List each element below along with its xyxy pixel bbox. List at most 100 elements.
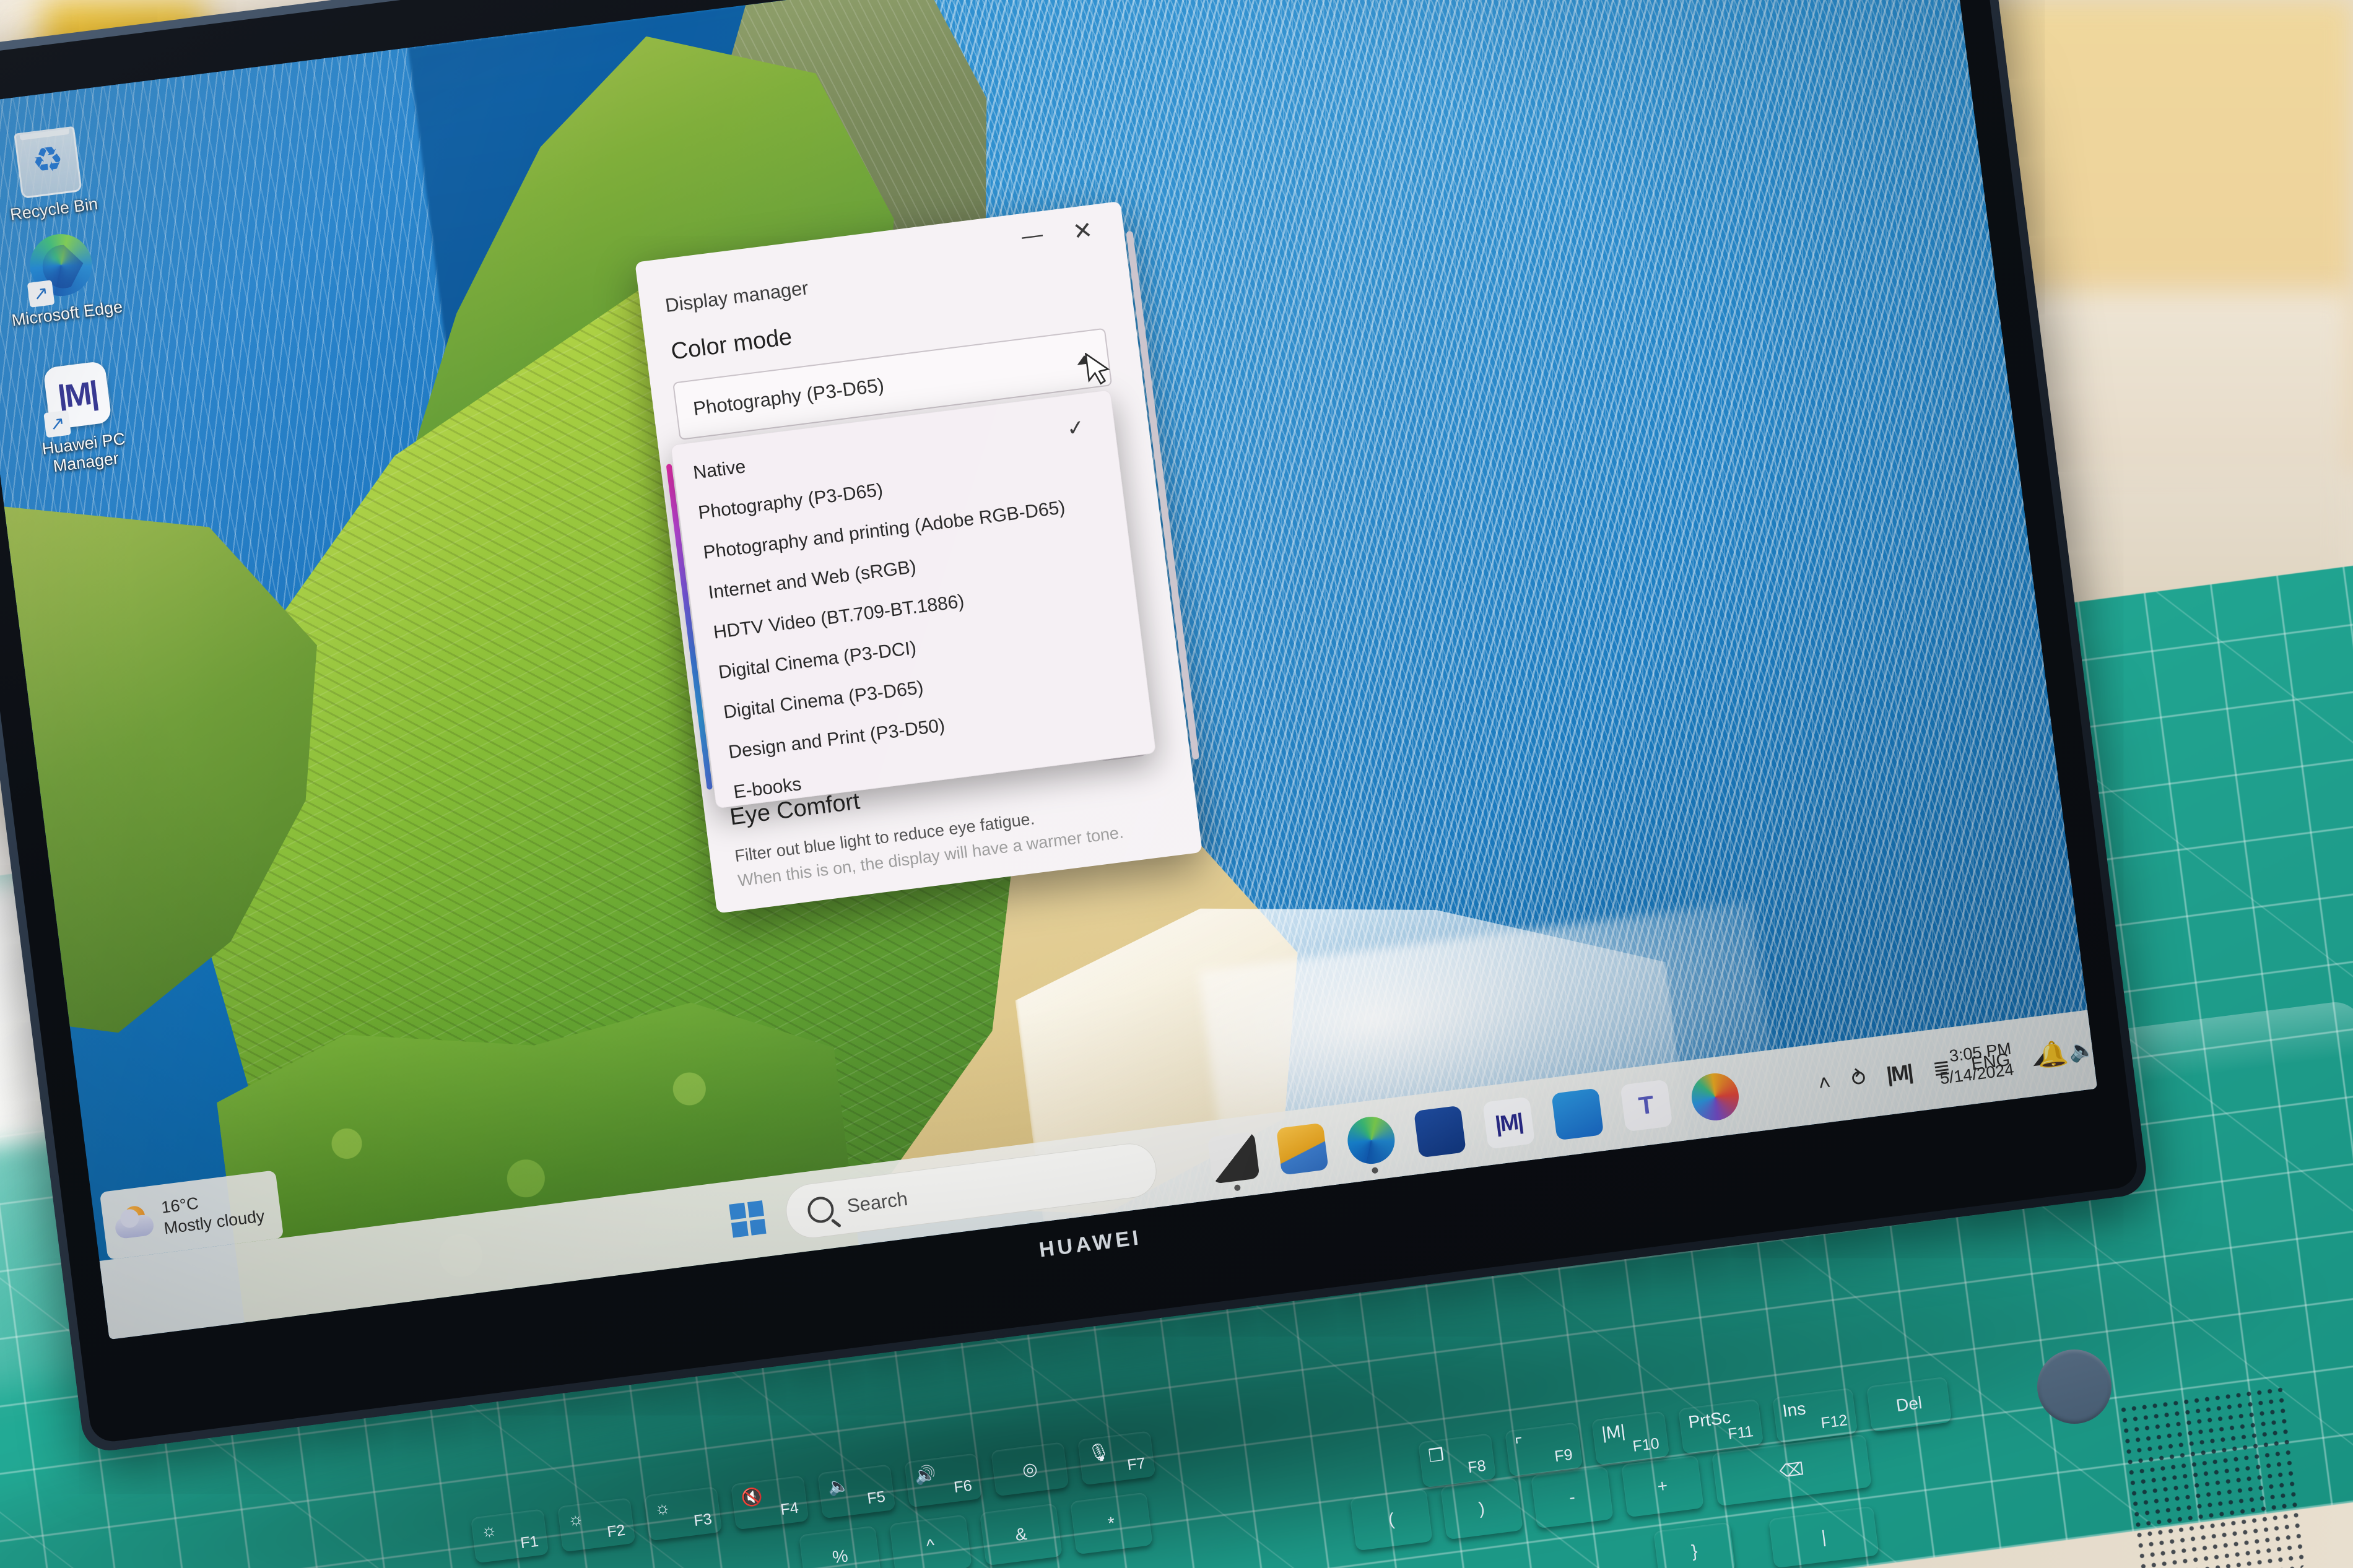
- power-button[interactable]: [2037, 1349, 2112, 1424]
- key-plus-label: +: [1656, 1475, 1669, 1496]
- key-f1[interactable]: ☼ F1: [471, 1509, 549, 1563]
- screenshot-scene: ☼ F1 ☼ F2 ☼ F3 🔇 F4 🔈 F5 🔊 F6 ◎ 🎙 F7 ❒ F8 ⌜ F9 |M…: [0, 0, 2353, 1568]
- laptop: ☼ F1 ☼ F2 ☼ F3 🔇 F4 🔈 F5 🔊 F6 ◎ 🎙 F7 ❒ F8 ⌜ F9 |M…: [0, 0, 2353, 1568]
- key-f1-label: F1: [519, 1532, 540, 1553]
- taskbar-app-file-explorer[interactable]: [1276, 1122, 1329, 1176]
- dropdown-option-6[interactable]: Digital Cinema (P3-D65): [722, 677, 924, 723]
- taskbar-app-microsoft-edge[interactable]: [1344, 1114, 1398, 1167]
- key-brace-close-label: }: [1690, 1541, 1699, 1561]
- color-mode-selected-value: Photography (P3-D65): [692, 374, 885, 420]
- key-f6-label: F6: [952, 1476, 973, 1497]
- color-mode-dropdown: Native ✓ Photography (P3-D65) Photograph…: [670, 389, 1157, 809]
- key-nfc[interactable]: ◎: [991, 1442, 1069, 1496]
- minimize-button[interactable]: —: [1011, 221, 1053, 250]
- start-button[interactable]: [729, 1200, 767, 1238]
- key-f12-label: F12: [1819, 1411, 1849, 1432]
- taskbar-clock[interactable]: 3:05 PM 5/14/2024: [1936, 1039, 2016, 1089]
- color-mode-label: Color mode: [669, 324, 794, 365]
- close-button[interactable]: ✕: [1061, 215, 1104, 248]
- key-f6[interactable]: 🔊 F6: [904, 1453, 982, 1507]
- key-f7[interactable]: 🎙 F7: [1077, 1431, 1155, 1485]
- search-placeholder: Search: [845, 1187, 909, 1217]
- key-star-label: *: [1107, 1513, 1116, 1533]
- key-f9-label: F9: [1553, 1445, 1574, 1466]
- keyboard-backlight-icon: ☼: [653, 1497, 672, 1518]
- dropdown-option-1[interactable]: Photography (P3-D65): [697, 480, 884, 524]
- taskbar-app-microsoft-store[interactable]: [1414, 1105, 1466, 1158]
- tray-overflow-icon[interactable]: ˄: [1817, 1070, 1832, 1096]
- key-f8[interactable]: ❒ F8: [1418, 1433, 1496, 1488]
- dropdown-option-7[interactable]: Design and Print (P3-D50): [728, 715, 946, 763]
- mic-mute-icon: 🎙: [1087, 1441, 1111, 1463]
- recycle-bin-icon: [11, 126, 85, 201]
- taskbar-app-microsoft-teams[interactable]: T: [1620, 1079, 1673, 1132]
- key-f5-label: F5: [866, 1488, 887, 1508]
- key-f7-label: F7: [1126, 1454, 1147, 1475]
- key-f3-label: F3: [692, 1510, 713, 1530]
- dropdown-option-4[interactable]: HDTV Video (BT.709-BT.1886): [712, 591, 965, 644]
- windows-logo-icon: [729, 1200, 767, 1238]
- huawei-pc-manager-icon: |M| ↗: [40, 360, 115, 438]
- key-paren-open-label: (: [1387, 1509, 1396, 1530]
- taskbar-app-task-view[interactable]: [1207, 1131, 1260, 1184]
- key-minus[interactable]: -: [1531, 1466, 1614, 1528]
- taskbar-app-onedrive[interactable]: [1551, 1088, 1604, 1141]
- key-f3[interactable]: ☼ F3: [644, 1486, 722, 1541]
- key-amp-7[interactable]: &: [980, 1503, 1063, 1566]
- microsoft-edge-icon: ↗: [24, 230, 99, 308]
- shortcut-arrow-icon: ↗: [43, 410, 71, 438]
- key-paren-close-label: ): [1477, 1498, 1486, 1518]
- search-icon: [806, 1195, 835, 1224]
- backspace-icon: ⌫: [1778, 1459, 1805, 1481]
- printscreen-label: PrtSc: [1687, 1407, 1732, 1432]
- dropdown-option-3[interactable]: Internet and Web (sRGB): [707, 557, 918, 604]
- key-minus-label: -: [1568, 1487, 1577, 1507]
- desktop-icon-microsoft-edge[interactable]: ↗ Microsoft Edge: [0, 226, 136, 332]
- display-manager-window: — ✕ Display manager Color mode Photograp…: [635, 201, 1203, 914]
- insert-label: Ins: [1781, 1398, 1807, 1421]
- window-title: Display manager: [664, 277, 810, 317]
- huawei-pc-manager-key-icon: |M|: [1600, 1421, 1627, 1443]
- desktop-icon-recycle-bin[interactable]: Recycle Bin: [0, 121, 123, 227]
- key-f2[interactable]: ☼ F2: [557, 1497, 635, 1552]
- shortcut-arrow-icon: ↗: [27, 280, 55, 308]
- projector-icon: ❒: [1427, 1445, 1445, 1466]
- key-paren-close-0[interactable]: ): [1440, 1477, 1523, 1540]
- sync-icon[interactable]: ⥁: [1850, 1065, 1868, 1092]
- notification-bell-icon[interactable]: 🔔: [2035, 1038, 2069, 1071]
- key-f11-label: F11: [1726, 1423, 1755, 1444]
- key-caret-6[interactable]: ^: [889, 1514, 972, 1568]
- dropdown-option-0[interactable]: Native: [692, 456, 747, 483]
- nfc-share-icon: ◎: [1021, 1458, 1039, 1480]
- selected-check-icon: ✓: [1065, 415, 1086, 441]
- taskbar-app-photos[interactable]: [1689, 1070, 1742, 1124]
- key-f4-label: F4: [779, 1499, 800, 1519]
- key-amp-label: &: [1014, 1523, 1029, 1544]
- key-percent-label: %: [831, 1546, 850, 1567]
- key-caret-label: ^: [925, 1535, 936, 1556]
- delete-label: Del: [1895, 1393, 1923, 1416]
- key-f2-label: F2: [606, 1521, 627, 1541]
- desktop-icon-huawei-pc-manager[interactable]: |M| ↗ Huawei PC Manager: [6, 356, 155, 480]
- speaker-grille: [2118, 1384, 2307, 1568]
- taskbar-app-huawei-pc-manager[interactable]: |M|: [1482, 1096, 1536, 1150]
- huawei-pc-manager-tray-icon[interactable]: |M|: [1885, 1060, 1913, 1087]
- volume-down-icon: 🔈: [827, 1475, 851, 1497]
- key-plus[interactable]: +: [1621, 1455, 1704, 1517]
- key-f10[interactable]: |M| F10: [1591, 1411, 1669, 1465]
- dropdown-option-5[interactable]: Digital Cinema (P3-DCI): [717, 638, 917, 683]
- key-f8-label: F8: [1466, 1457, 1487, 1477]
- key-f10-label: F10: [1632, 1434, 1661, 1455]
- brightness-up-icon: ☼: [566, 1508, 585, 1530]
- dropdown-option-8[interactable]: E-books: [733, 774, 802, 803]
- key-f5[interactable]: 🔈 F5: [817, 1464, 895, 1518]
- brightness-down-icon: ☼: [479, 1519, 498, 1541]
- wifi-icon: ⌜: [1514, 1434, 1524, 1455]
- key-f4[interactable]: 🔇 F4: [731, 1475, 809, 1530]
- key-paren-open-9[interactable]: (: [1350, 1488, 1433, 1551]
- mute-icon: 🔇: [740, 1486, 764, 1508]
- key-star-8[interactable]: *: [1070, 1492, 1153, 1554]
- sun-behind-cloud-icon: [113, 1204, 155, 1241]
- key-pipe-label: |: [1820, 1527, 1827, 1547]
- key-f9[interactable]: ⌜ F9: [1505, 1422, 1583, 1476]
